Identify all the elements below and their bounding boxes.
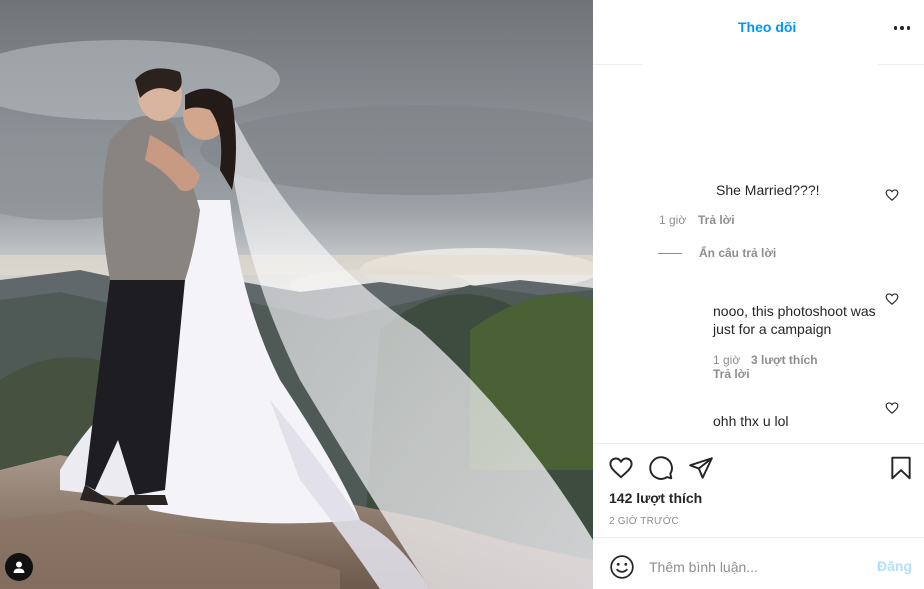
emoji-icon[interactable] [609,554,635,580]
reply-comment-text: ohh thx u lol [713,413,789,429]
likes-count[interactable]: 142 lượt thích [609,490,702,506]
bookmark-icon[interactable] [888,455,914,481]
post-photo[interactable] [0,0,593,589]
send-icon[interactable] [688,455,714,481]
replies-line [658,253,682,254]
comment-icon[interactable] [648,455,674,481]
reply-button[interactable]: Trả lời [713,367,750,381]
comment-text: She Married???! [716,182,820,198]
comment-time: 1 giờ [659,213,687,227]
heart-icon[interactable] [608,455,634,481]
wedding-photo-illustration [0,0,593,589]
comment-like-icon[interactable] [885,401,899,415]
hide-replies-button[interactable]: Ẩn câu trả lời [699,246,776,260]
user-tag-button[interactable] [5,553,33,581]
comment-time: 1 giờ [713,353,741,367]
instagram-post-view: Theo dõi She Married???! 1 giờ Trả lời Ẩ… [0,0,924,589]
follow-button[interactable]: Theo dõi [738,19,796,35]
post-header: Theo dõi [593,0,924,56]
post-comment-button[interactable]: Đăng [877,558,912,574]
post-side-panel: Theo dõi She Married???! 1 giờ Trả lời Ẩ… [593,0,924,589]
comment-box-divider [593,537,924,538]
actions-divider [593,443,924,444]
more-options-icon[interactable] [892,20,912,36]
post-time[interactable]: 2 GIỜ TRƯỚC [609,516,679,527]
reply-comment-text: nooo, this photoshoot was just for a cam… [713,303,876,337]
add-comment-input[interactable] [649,556,869,578]
comment-likes-count[interactable]: 3 lượt thích [751,353,818,367]
user-tag-icon [13,561,25,573]
header-divider [593,64,643,65]
reply-button[interactable]: Trả lời [698,213,735,227]
comment-like-icon[interactable] [885,188,899,202]
header-divider [878,64,924,65]
comment-like-icon[interactable] [885,292,899,306]
